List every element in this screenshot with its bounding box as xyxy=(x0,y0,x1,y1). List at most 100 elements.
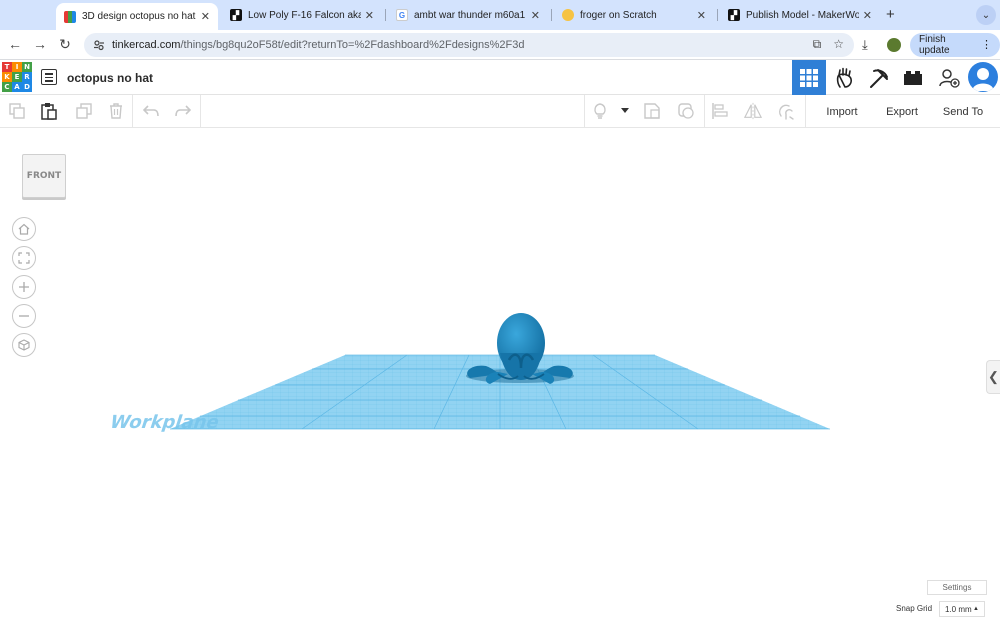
zoom-out-button[interactable] xyxy=(12,304,36,328)
octopus-model[interactable] xyxy=(466,313,574,384)
add-user-icon xyxy=(939,68,960,88)
bricks-button[interactable] xyxy=(862,60,896,95)
workplane-scene: Workplane xyxy=(107,313,830,433)
hole-icon[interactable] xyxy=(677,102,695,120)
tab-title: Publish Model - MakerWorld xyxy=(746,9,859,21)
logo-letter: I xyxy=(12,62,22,72)
hand-icon xyxy=(836,67,852,88)
share-user-button[interactable] xyxy=(932,60,966,95)
tab-low-poly[interactable]: ▞ Low Poly F-16 Falcon aka Vip ✕ xyxy=(222,4,382,26)
settings-button[interactable]: Settings xyxy=(927,580,987,595)
more-icon[interactable]: ⋮ xyxy=(981,38,992,51)
design-name[interactable]: octopus no hat xyxy=(67,71,153,85)
toolbar-divider xyxy=(704,95,705,128)
browser-toolbar: ← → ↻ tinkercad.com/things/bg8qu2oF58t/e… xyxy=(0,30,1000,60)
site-info-icon[interactable] xyxy=(92,38,106,52)
logo-letter: K xyxy=(2,72,12,82)
url-text: tinkercad.com/things/bg8qu2oF58t/edit?re… xyxy=(112,39,524,51)
delete-icon[interactable] xyxy=(107,102,125,120)
toolbar-divider xyxy=(132,95,133,128)
design-list-icon[interactable] xyxy=(41,69,57,85)
back-icon[interactable]: ← xyxy=(6,36,24,52)
workplane[interactable] xyxy=(170,354,830,430)
close-icon[interactable]: ✕ xyxy=(365,9,374,22)
new-tab-icon[interactable]: + xyxy=(886,6,895,23)
tab-tinkercad[interactable]: 3D design octopus no hat - T ✕ xyxy=(56,3,218,30)
tab-search-icon[interactable]: ⌄ xyxy=(976,5,996,25)
redo-icon[interactable] xyxy=(174,102,192,120)
tab-title: 3D design octopus no hat - T xyxy=(82,11,197,22)
undo-icon[interactable] xyxy=(142,102,160,120)
fit-view-button[interactable] xyxy=(12,246,36,270)
bookmark-star-icon[interactable]: ☆ xyxy=(833,37,844,52)
tab-title: froger on Scratch xyxy=(580,9,657,21)
tab-title: ambt war thunder m60a1 ma xyxy=(414,9,527,21)
pickaxe-icon xyxy=(870,68,888,88)
finish-update-label: Finish update xyxy=(919,34,950,56)
dropdown-caret-icon[interactable] xyxy=(616,102,634,120)
tab-scratch[interactable]: froger on Scratch ✕ xyxy=(554,4,714,26)
close-icon[interactable]: ✕ xyxy=(531,9,540,22)
user-avatar[interactable] xyxy=(968,62,998,92)
tab-divider xyxy=(551,9,552,21)
google-icon: G xyxy=(396,9,408,21)
blocks-button[interactable] xyxy=(828,60,862,95)
toolbar-divider xyxy=(584,95,585,128)
export-button[interactable]: Export xyxy=(874,101,930,122)
snap-grid-label: Snap Grid xyxy=(896,604,933,613)
logo-letter: D xyxy=(22,82,32,92)
send-to-button[interactable]: Send To xyxy=(934,101,992,122)
tinkercad-icon xyxy=(64,10,76,23)
zoom-in-button[interactable] xyxy=(12,275,36,299)
workplane-label: Workplane xyxy=(107,412,222,432)
editor-toolbar: Import Export Send To xyxy=(0,95,1000,128)
lightbulb-icon[interactable] xyxy=(591,102,609,120)
profile-avatar[interactable] xyxy=(887,38,901,52)
app-header: T I N K E R C A D octopus no hat xyxy=(0,60,1000,95)
logo-letter: N xyxy=(22,62,32,72)
finish-update-button[interactable]: Finish update ⋮ xyxy=(910,33,1000,57)
logo-letter: E xyxy=(12,72,22,82)
logo-letter: T xyxy=(2,62,12,72)
tinkercad-logo[interactable]: T I N K E R C A D xyxy=(2,62,32,92)
orthographic-view-button[interactable] xyxy=(12,333,36,357)
logo-letter: R xyxy=(22,72,32,82)
chevron-left-icon[interactable]: ❮ xyxy=(986,360,1000,394)
download-icon[interactable]: ⤓ xyxy=(862,37,868,53)
plus-icon xyxy=(19,282,29,292)
3d-view-button[interactable] xyxy=(792,60,826,95)
snap-grid-value: 1.0 mm xyxy=(945,604,972,614)
logo-letter: C xyxy=(2,82,12,92)
reload-icon[interactable]: ↻ xyxy=(56,36,74,53)
paste-icon[interactable] xyxy=(40,102,58,120)
tab-divider xyxy=(717,9,718,21)
forward-icon[interactable]: → xyxy=(31,36,49,52)
lego-button[interactable] xyxy=(896,60,930,95)
import-button[interactable]: Import xyxy=(814,101,870,122)
shape-icon[interactable] xyxy=(643,102,661,120)
home-view-button[interactable] xyxy=(12,217,36,241)
fit-all-icon xyxy=(18,252,30,264)
align-icon[interactable] xyxy=(711,102,729,120)
copy-icon[interactable] xyxy=(8,102,26,120)
scratch-icon xyxy=(562,9,574,21)
close-icon[interactable]: ✕ xyxy=(201,10,210,23)
close-icon[interactable]: ✕ xyxy=(863,9,872,22)
duplicate-icon[interactable] xyxy=(75,102,93,120)
3d-viewport[interactable]: Workplane xyxy=(0,128,1000,625)
url-host: tinkercad.com xyxy=(112,39,181,51)
mirror-icon[interactable] xyxy=(744,102,762,120)
cruise-icon[interactable] xyxy=(777,102,795,120)
toolbar-divider xyxy=(805,95,806,128)
close-icon[interactable]: ✕ xyxy=(697,9,706,22)
home-icon xyxy=(18,223,30,235)
snap-grid-select[interactable]: 1.0 mm ▲ xyxy=(939,601,985,617)
grid-icon xyxy=(800,68,818,87)
perspective-cube-icon xyxy=(18,339,30,351)
logo-letter: A xyxy=(12,82,22,92)
address-bar[interactable]: tinkercad.com/things/bg8qu2oF58t/edit?re… xyxy=(84,33,854,57)
tab-makerworld[interactable]: ▞ Publish Model - MakerWorld ✕ xyxy=(720,4,880,26)
tab-google[interactable]: G ambt war thunder m60a1 ma ✕ xyxy=(388,4,548,26)
view-cube[interactable]: FRONT xyxy=(22,154,66,198)
install-app-icon[interactable]: ⧉ xyxy=(813,37,822,52)
